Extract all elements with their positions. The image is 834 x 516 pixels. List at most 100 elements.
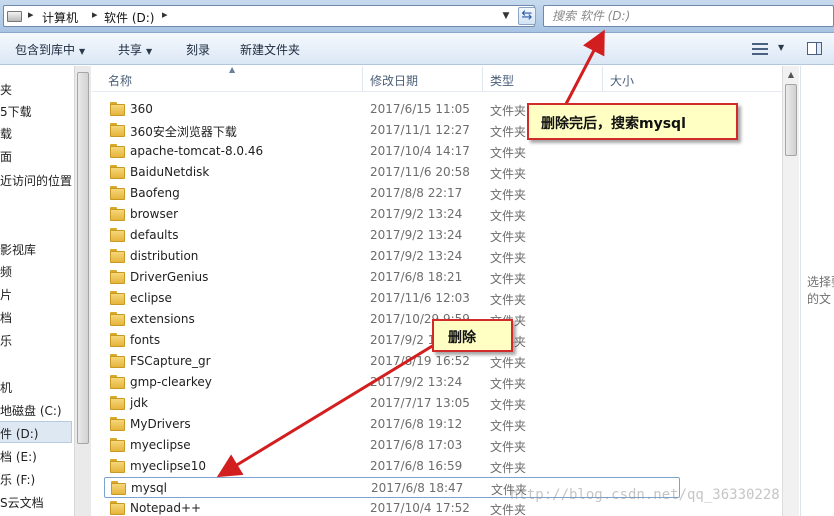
column-size[interactable]: 大小 (610, 72, 634, 89)
view-options-icon[interactable] (752, 43, 768, 55)
file-name[interactable]: myeclipse (130, 438, 191, 452)
nav-item-drive-e[interactable]: 档 (E:) (0, 448, 37, 465)
file-name[interactable]: 360安全浏览器下载 (130, 123, 237, 140)
column-divider[interactable] (362, 66, 363, 92)
file-name[interactable]: 360 (130, 102, 153, 116)
file-list-scrollbar[interactable]: ▲ (782, 66, 799, 516)
table-row[interactable]: FSCapture_gr 2017/8/19 16:52 文件夹 (104, 351, 680, 372)
table-row[interactable]: browser 2017/9/2 13:24 文件夹 (104, 204, 680, 225)
file-type: 文件夹 (490, 125, 527, 139)
nav-item-music[interactable]: 乐 (0, 332, 12, 349)
file-date-modified: 2017/11/6 12:03 (370, 291, 470, 305)
nav-item-videos[interactable]: 频 (0, 263, 12, 280)
burn-button[interactable]: 刻录 (186, 41, 210, 58)
table-row[interactable]: extensions2017/10/29 9:59文件夹 (104, 309, 680, 330)
nav-item-cloud-docs[interactable]: S云文档 (0, 494, 44, 511)
table-row[interactable]: BaiduNetdisk 2017/11/6 20:58 文件夹 (104, 162, 680, 183)
table-row[interactable]: jdk 2017/7/17 13:05 文件夹 (104, 393, 680, 414)
nav-scrollbar[interactable] (74, 66, 91, 516)
file-name[interactable]: browser (130, 207, 178, 221)
table-row[interactable]: eclipse 2017/11/6 12:03 文件夹 (104, 288, 680, 309)
chevron-right-icon[interactable]: ▸ (28, 8, 34, 21)
view-options-caret-icon[interactable]: ▼ (778, 43, 784, 52)
file-name[interactable]: Notepad++ (130, 501, 201, 515)
callout-delete: 删除 (432, 319, 513, 352)
nav-item-computer[interactable]: 机 (0, 379, 12, 396)
column-header: ▲ 名称 修改日期 类型 大小 (92, 66, 782, 92)
search-input[interactable] (552, 8, 822, 24)
address-history-dropdown-icon[interactable]: ▼ (498, 8, 514, 24)
file-name[interactable]: Baofeng (130, 186, 180, 200)
share-button[interactable]: 共享 ▼ (118, 41, 152, 58)
folder-icon (110, 333, 125, 347)
file-name[interactable]: gmp-clearkey (130, 375, 212, 389)
table-row[interactable]: apache-tomcat-8.0.46 2017/10/4 14:17 文件夹 (104, 141, 680, 162)
file-date-modified: 2017/9/2 13:24 (370, 228, 463, 242)
file-date-modified: 2017/9/2 13:24 (370, 207, 463, 221)
file-name[interactable]: myeclipse10 (130, 459, 206, 473)
column-date-modified[interactable]: 修改日期 (370, 72, 418, 89)
table-row[interactable]: DriverGenius 2017/6/8 18:21 文件夹 (104, 267, 680, 288)
nav-item-pictures[interactable]: 片 (0, 286, 12, 303)
nav-item-favorites[interactable]: 夹 (0, 81, 12, 98)
nav-item-drive-d[interactable]: 件 (D:) (0, 425, 38, 442)
file-name[interactable]: eclipse (130, 291, 172, 305)
file-name[interactable]: apache-tomcat-8.0.46 (130, 144, 263, 158)
chevron-right-icon[interactable]: ▸ (92, 8, 98, 21)
folder-icon (110, 144, 125, 158)
file-name[interactable]: defaults (130, 228, 178, 242)
column-divider[interactable] (482, 66, 483, 92)
file-name[interactable]: jdk (130, 396, 148, 410)
file-name[interactable]: BaiduNetdisk (130, 165, 209, 179)
column-name[interactable]: 名称 (108, 72, 132, 89)
nav-item-downloads[interactable]: 5下载 (0, 103, 32, 120)
breadcrumb-computer[interactable]: 计算机 (42, 9, 78, 26)
command-bar: 包含到库中 ▼ 共享 ▼ 刻录 新建文件夹 ▼ (0, 33, 834, 65)
preview-placeholder-line1: 选择要 (807, 275, 834, 289)
nav-item-desktop[interactable]: 面 (0, 148, 12, 165)
chevron-right-icon[interactable]: ▸ (162, 8, 168, 21)
file-name[interactable]: mysql (131, 481, 167, 495)
file-date-modified: 2017/6/8 16:59 (370, 459, 463, 473)
breadcrumb-drive-d[interactable]: 软件 (D:) (104, 9, 154, 26)
file-type: 文件夹 (490, 146, 527, 160)
folder-icon (110, 375, 125, 389)
table-row[interactable]: myeclipse 2017/6/8 17:03 文件夹 (104, 435, 680, 456)
nav-item-drive-f[interactable]: 乐 (F:) (0, 471, 35, 488)
table-row[interactable]: distribution 2017/9/2 13:24 文件夹 (104, 246, 680, 267)
nav-item-download[interactable]: 载 (0, 125, 12, 142)
file-list-scrollbar-thumb[interactable] (785, 84, 797, 156)
watermark: http://blog.csdn.net/qq_36330228 (510, 487, 780, 503)
nav-item-documents[interactable]: 档 (0, 309, 12, 326)
refresh-icon[interactable]: ⇆ (518, 7, 536, 25)
column-type[interactable]: 类型 (490, 72, 514, 89)
file-date-modified: 2017/9/2 13:24 (370, 375, 463, 389)
file-type: 文件夹 (490, 272, 527, 286)
address-bar[interactable]: ▸ 计算机 ▸ 软件 (D:) ▸ ▼ ⇆ (3, 5, 536, 27)
file-name[interactable]: extensions (130, 312, 195, 326)
file-name[interactable]: FSCapture_gr (130, 354, 211, 368)
scroll-up-arrow-icon[interactable]: ▲ (783, 66, 799, 83)
file-name[interactable]: DriverGenius (130, 270, 208, 284)
preview-pane: 选择要 的文 (800, 66, 834, 516)
preview-pane-toggle-icon[interactable] (807, 42, 822, 55)
table-row[interactable]: defaults 2017/9/2 13:24 文件夹 (104, 225, 680, 246)
nav-item-recent-places[interactable]: 近访问的位置 (0, 172, 72, 189)
table-row[interactable]: MyDrivers 2017/6/8 19:12 文件夹 (104, 414, 680, 435)
nav-scrollbar-thumb[interactable] (77, 72, 89, 444)
folder-icon (110, 123, 125, 137)
folder-icon (110, 417, 125, 431)
table-row[interactable]: Baofeng 2017/8/8 22:17 文件夹 (104, 183, 680, 204)
nav-item-drive-c[interactable]: 地磁盘 (C:) (0, 402, 62, 419)
file-name[interactable]: MyDrivers (130, 417, 191, 431)
nav-item-video-library[interactable]: 影视库 (0, 241, 36, 258)
table-row[interactable]: gmp-clearkey 2017/9/2 13:24 文件夹 (104, 372, 680, 393)
search-box[interactable] (543, 5, 834, 27)
table-row[interactable]: fonts2017/9/2 13:24文件夹 (104, 330, 680, 351)
include-in-library-button[interactable]: 包含到库中 ▼ (15, 41, 85, 58)
file-name[interactable]: distribution (130, 249, 198, 263)
table-row[interactable]: myeclipse10 2017/6/8 16:59 文件夹 (104, 456, 680, 477)
column-divider[interactable] (602, 66, 603, 92)
file-name[interactable]: fonts (130, 333, 160, 347)
new-folder-button[interactable]: 新建文件夹 (240, 41, 300, 58)
